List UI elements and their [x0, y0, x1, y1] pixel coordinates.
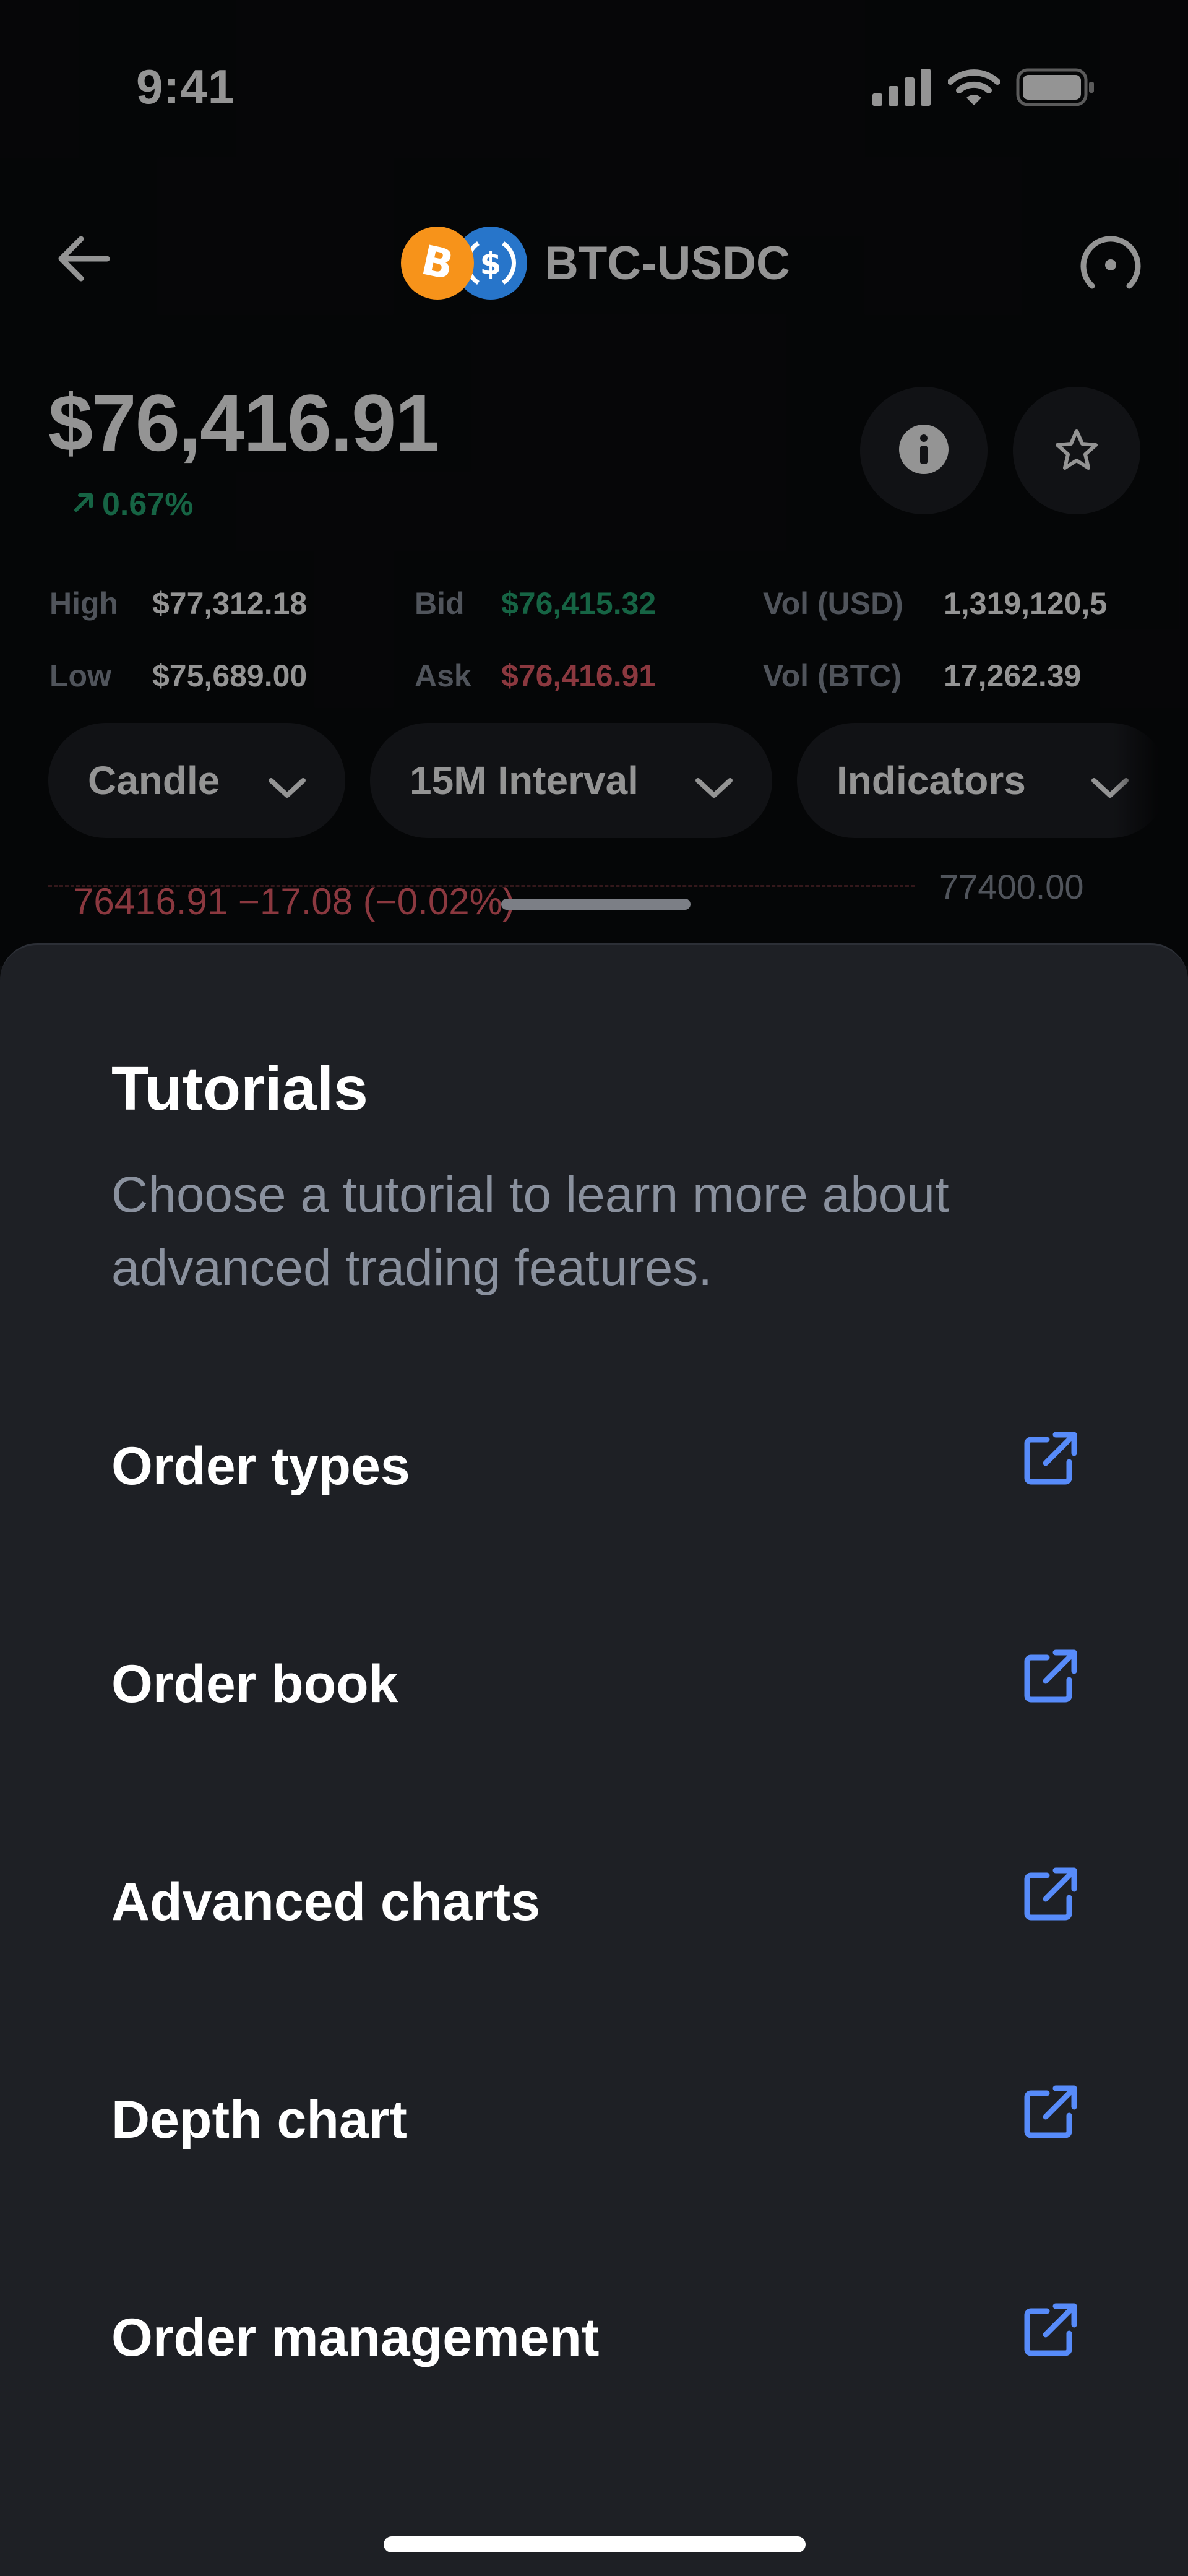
indicators-dropdown[interactable]: Indicators: [797, 723, 1168, 838]
chevron-down-icon: [694, 764, 734, 810]
bid-label: Bid: [415, 586, 465, 621]
current-price: $76,416.91: [48, 378, 440, 468]
back-button[interactable]: [50, 226, 118, 294]
chevron-down-icon: [267, 764, 307, 810]
tutorials-sheet: Tutorials Choose a tutorial to learn mor…: [0, 943, 1188, 2576]
star-icon: [1055, 428, 1098, 473]
bid-value: $76,415.32: [501, 586, 656, 621]
trade-screen: 9:41 B $ BTC-USDC $76,416.91 0.67% High …: [0, 0, 1188, 966]
battery-icon: [1016, 68, 1095, 110]
vol-usd-value: 1,319,120,5: [944, 586, 1108, 621]
bitcoin-icon: B: [401, 227, 474, 300]
vol-usd-label: Vol (USD): [763, 586, 903, 621]
status-icons: [872, 68, 1095, 110]
interval-dropdown[interactable]: 15M Interval: [370, 723, 772, 838]
indicators-label: Indicators: [837, 758, 1026, 803]
sheet-subtitle: Choose a tutorial to learn more about ad…: [111, 1167, 949, 1296]
low-label: Low: [50, 659, 111, 693]
chart-axis-label: 77400.00: [939, 867, 1084, 906]
vol-btc-label: Vol (BTC): [763, 659, 902, 693]
external-link-icon: [1021, 2082, 1080, 2142]
tutorial-item-depth-chart[interactable]: Depth chart: [0, 2017, 1188, 2235]
ask-value: $76,416.91: [501, 659, 656, 693]
gauge-button[interactable]: [1070, 226, 1151, 306]
arrow-left-icon: [58, 235, 110, 285]
arrow-up-right-icon: [71, 486, 96, 523]
tutorial-item-label: Order book: [111, 1654, 398, 1714]
svg-text:$: $: [480, 246, 502, 282]
external-link-icon: [1021, 1428, 1080, 1488]
pair-title: B $ BTC-USDC: [401, 223, 790, 303]
chart-readout: 76416.91 −17.08 (−0.02%): [73, 881, 515, 922]
tutorial-item-label: Order management: [111, 2308, 600, 2367]
chart-type-label: Candle: [88, 758, 220, 803]
chart-type-dropdown[interactable]: Candle: [48, 723, 345, 838]
external-link-icon: [1021, 1864, 1080, 1924]
gauge-icon: [1078, 233, 1143, 300]
sheet-title: Tutorials: [111, 1054, 368, 1123]
tutorial-item-advanced-charts[interactable]: Advanced charts: [0, 1799, 1188, 2017]
price-change: 0.67%: [71, 486, 193, 523]
tutorial-item-order-book[interactable]: Order book: [0, 1581, 1188, 1799]
pair-name: BTC-USDC: [544, 236, 790, 290]
high-value: $77,312.18: [152, 586, 308, 621]
status-time: 9:41: [136, 59, 236, 114]
external-link-icon: [1021, 1646, 1080, 1706]
tutorial-item-order-management[interactable]: Order management: [0, 2235, 1188, 2453]
tutorial-item-label: Depth chart: [111, 2090, 407, 2150]
chip-scroll-fade: [1114, 718, 1188, 842]
svg-text:B: B: [417, 238, 457, 288]
external-link-icon: [1021, 2300, 1080, 2359]
ask-label: Ask: [415, 659, 471, 693]
low-value: $75,689.00: [152, 659, 308, 693]
tutorial-item-label: Advanced charts: [111, 1872, 541, 1932]
favorite-button[interactable]: [1013, 387, 1140, 514]
tutorial-item-label: Order types: [111, 1437, 410, 1496]
info-button[interactable]: [860, 387, 988, 514]
wifi-icon: [947, 68, 1001, 110]
vol-btc-value: 17,262.39: [944, 659, 1082, 693]
info-icon: [898, 423, 950, 478]
signal-icon: [872, 69, 932, 109]
sheet-grabber[interactable]: [501, 899, 691, 910]
home-indicator[interactable]: [384, 2536, 806, 2552]
price-change-value: 0.67%: [102, 486, 194, 522]
interval-label: 15M Interval: [410, 758, 639, 803]
tutorial-item-order-types[interactable]: Order types: [0, 1364, 1188, 1581]
high-label: High: [50, 586, 119, 621]
